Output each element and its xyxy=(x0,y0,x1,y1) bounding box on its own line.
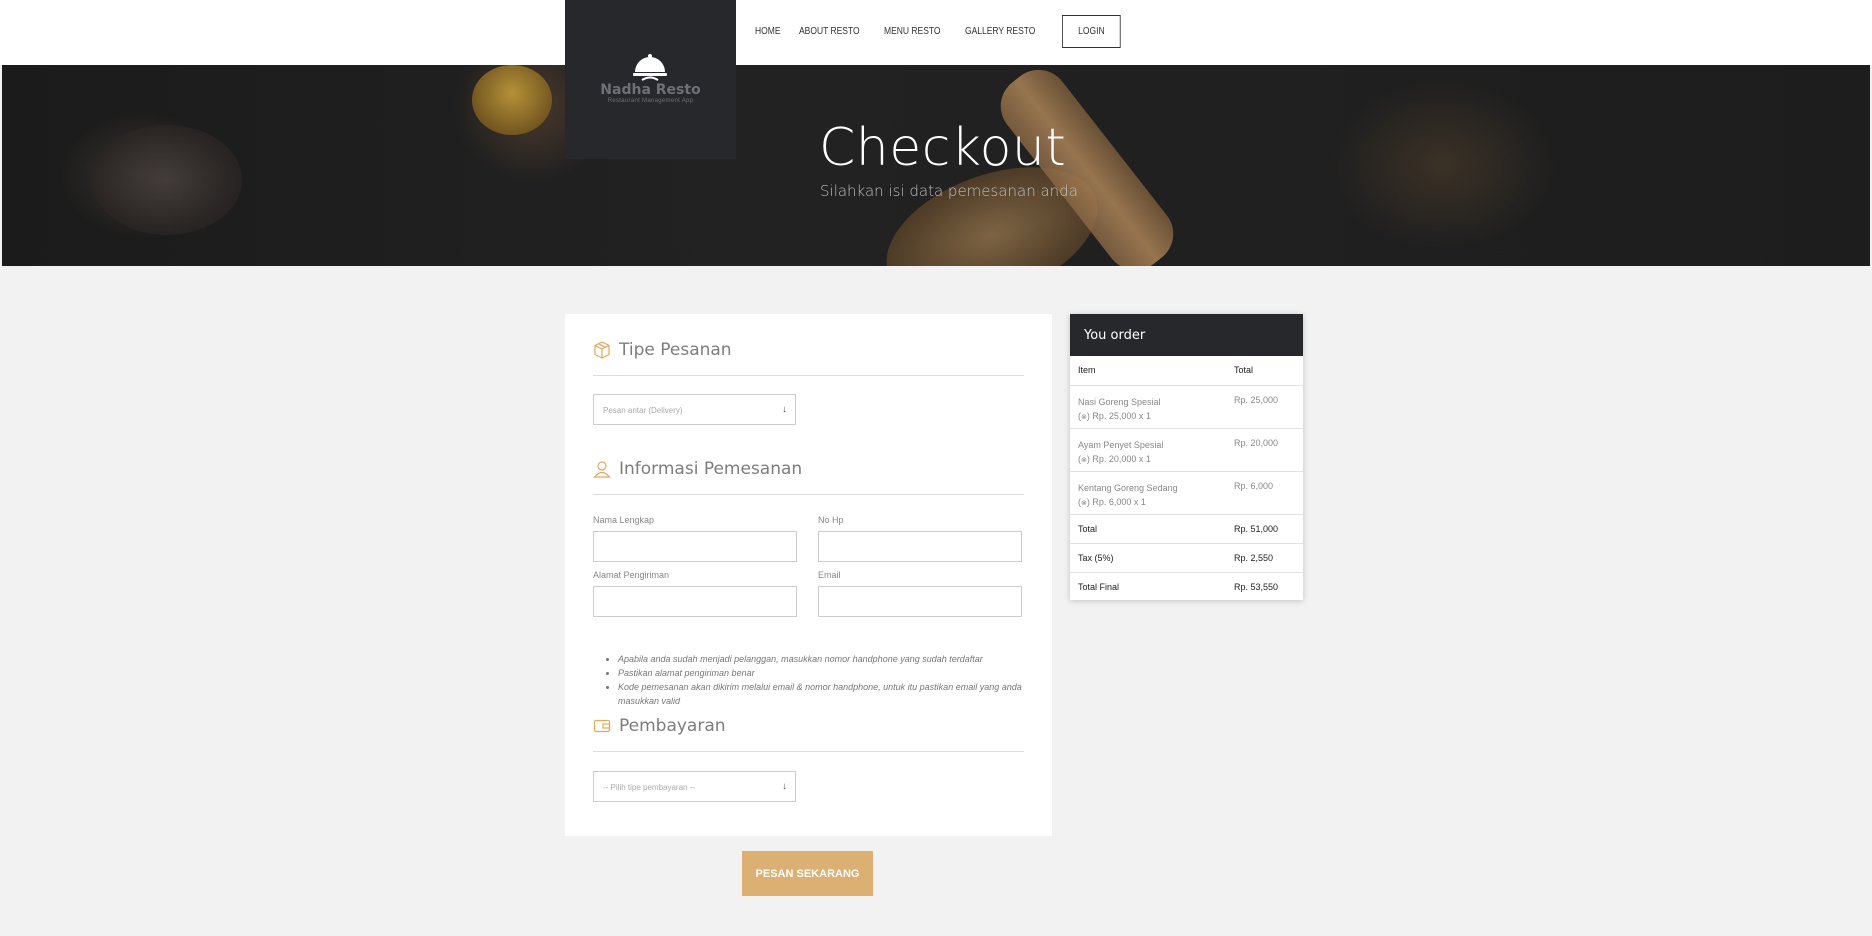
wallet-icon xyxy=(593,719,611,733)
section-title: Tipe Pesanan xyxy=(619,340,732,360)
subtotal-row: Total Rp. 51,000 xyxy=(1070,515,1303,544)
name-field[interactable] xyxy=(593,531,797,562)
payment-type-select[interactable]: -- Pilih tipe pembayaran -- ↓ xyxy=(593,771,796,802)
address-label: Alamat Pengiriman xyxy=(593,570,670,580)
chevron-down-icon: ↓ xyxy=(782,404,787,415)
nav-gallery-link[interactable]: GALLERY RESTO xyxy=(965,26,1035,37)
order-table-header: Item Total xyxy=(1070,356,1303,386)
name-label: Nama Lengkap xyxy=(593,515,655,525)
note-item: Kode pemesanan akan dikirim melalui emai… xyxy=(618,680,1028,708)
order-summary-title: You order xyxy=(1070,314,1303,356)
chevron-down-icon: ↓ xyxy=(782,781,787,792)
hero-bg-decoration xyxy=(92,125,242,235)
main-nav: HOME ABOUT RESTO MENU RESTO GALLERY REST… xyxy=(755,15,1145,48)
item-detail: (⊗) Rp. 20,000 x 1 xyxy=(1078,454,1151,464)
order-summary: You order Item Total Nasi Goreng Spesial… xyxy=(1070,314,1303,600)
remove-icon[interactable]: ⊗ xyxy=(1081,414,1087,421)
subtotal-value: Rp. 51,000 xyxy=(1234,524,1279,534)
remove-icon[interactable]: ⊗ xyxy=(1081,500,1087,507)
cloche-icon xyxy=(633,54,667,81)
brand-tagline: Restaurant Management App xyxy=(607,98,694,104)
order-type-select[interactable]: Pesan antar (Delivery) ↓ xyxy=(593,394,796,425)
note-item: Pastikan alamat pengiriman benar xyxy=(618,666,1028,680)
top-navbar: HOME ABOUT RESTO MENU RESTO GALLERY REST… xyxy=(0,0,1872,65)
page-title: Checkout xyxy=(819,118,1067,178)
tax-value: Rp. 2,550 xyxy=(1234,553,1274,563)
address-field[interactable] xyxy=(593,586,797,617)
section-title: Informasi Pemesanan xyxy=(619,459,803,479)
tax-row: Tax (5%) Rp. 2,550 xyxy=(1070,544,1303,573)
brand-logo[interactable]: Nadha Resto Restaurant Management App xyxy=(565,0,736,159)
section-order-info: Informasi Pemesanan xyxy=(593,459,802,479)
tax-label: Tax (5%) xyxy=(1078,553,1114,563)
email-label: Email xyxy=(818,570,841,580)
item-detail: (⊗) Rp. 6,000 x 1 xyxy=(1078,497,1146,507)
divider xyxy=(593,494,1024,495)
col-total-header: Total xyxy=(1234,365,1254,375)
login-button[interactable]: LOGIN xyxy=(1061,15,1121,48)
package-icon xyxy=(594,341,610,359)
nav-home-link[interactable]: HOME xyxy=(755,26,781,37)
final-total-row: Total Final Rp. 53,550 xyxy=(1070,573,1303,601)
final-total-label: Total Final xyxy=(1078,582,1120,592)
nav-menu-link[interactable]: MENU RESTO xyxy=(884,26,941,37)
section-title: Pembayaran xyxy=(619,716,726,736)
item-name: Kentang Goreng Sedang xyxy=(1078,483,1178,493)
order-item-row: Nasi Goreng Spesial (⊗) Rp. 25,000 x 1 Rp… xyxy=(1070,386,1303,429)
subtotal-label: Total xyxy=(1078,524,1098,534)
phone-field[interactable] xyxy=(818,531,1022,562)
order-type-value: Pesan antar (Delivery) xyxy=(603,406,683,415)
final-total-value: Rp. 53,550 xyxy=(1234,582,1279,592)
order-item-row: Kentang Goreng Sedang (⊗) Rp. 6,000 x 1 R… xyxy=(1070,472,1303,515)
remove-icon[interactable]: ⊗ xyxy=(1081,457,1087,464)
hero-bg-decoration xyxy=(472,65,552,135)
divider xyxy=(593,375,1024,376)
item-total: Rp. 20,000 xyxy=(1234,438,1279,448)
email-field[interactable] xyxy=(818,586,1022,617)
section-order-type: Tipe Pesanan xyxy=(593,340,732,360)
section-payment: Pembayaran xyxy=(593,716,726,736)
brand-name: Nadha Resto xyxy=(600,82,701,98)
divider xyxy=(593,751,1024,752)
order-item-row: Ayam Penyet Spesial (⊗) Rp. 20,000 x 1 Rp… xyxy=(1070,429,1303,472)
phone-label: No Hp xyxy=(818,515,844,525)
item-name: Nasi Goreng Spesial xyxy=(1078,397,1161,407)
checkout-notes: Apabila anda sudah menjadi pelanggan, ma… xyxy=(618,652,1028,708)
user-icon xyxy=(593,461,611,478)
nav-about-link[interactable]: ABOUT RESTO xyxy=(799,26,860,37)
col-item-header: Item xyxy=(1078,365,1096,375)
item-total: Rp. 25,000 xyxy=(1234,395,1279,405)
item-detail: (⊗) Rp. 25,000 x 1 xyxy=(1078,411,1151,421)
payment-type-placeholder: -- Pilih tipe pembayaran -- xyxy=(603,783,696,792)
hero-banner: Checkout Silahkan isi data pemesanan and… xyxy=(2,65,1870,266)
item-total: Rp. 6,000 xyxy=(1234,481,1274,491)
item-name: Ayam Penyet Spesial xyxy=(1078,440,1164,450)
order-now-button[interactable]: PESAN SEKARANG xyxy=(742,851,873,896)
page-subtitle: Silahkan isi data pemesanan anda xyxy=(820,182,1078,200)
note-item: Apabila anda sudah menjadi pelanggan, ma… xyxy=(618,652,1028,666)
checkout-form-card: Tipe Pesanan Pesan antar (Delivery) ↓ In… xyxy=(565,314,1052,836)
